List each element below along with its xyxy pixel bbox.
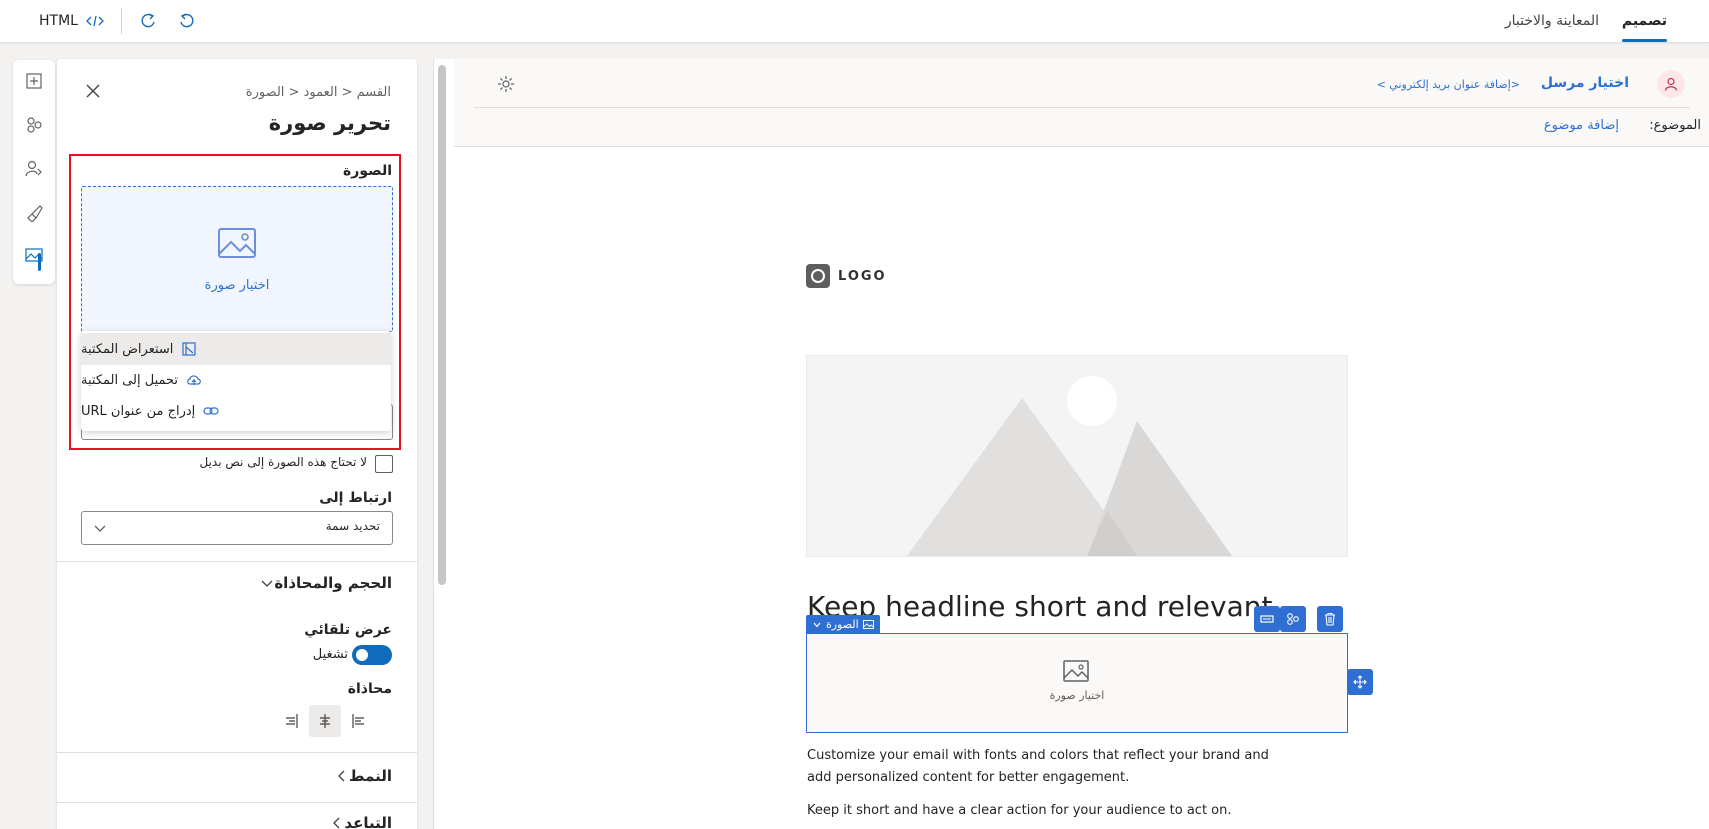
selected-image-block[interactable]: اختيار صورة: [806, 633, 1348, 733]
avatar: [1657, 70, 1685, 98]
person-icon: [1664, 77, 1678, 91]
components-icon: [1287, 613, 1299, 625]
spacing-section[interactable]: التباعد: [330, 814, 392, 829]
move-icon: [1353, 675, 1367, 689]
header-divider: [474, 107, 1690, 108]
menu-item-upload-library[interactable]: تحميل إلى المكتبة: [81, 364, 391, 396]
image-source-menu: استعراض المكتبة تحميل إلى المكتبة إدراج …: [81, 331, 391, 431]
email-header: اختيار مرسل <إضافة عنوان بريد إلكتروني >…: [454, 59, 1709, 147]
select-value: تحديد سمة: [325, 519, 380, 533]
logo-text: LOGO: [838, 268, 887, 284]
menu-item-browse-library[interactable]: استعراض المكتبة: [81, 333, 391, 365]
section-title: التباعد: [344, 814, 392, 829]
add-subject-link[interactable]: إضافة موضوع: [1544, 118, 1619, 133]
html-label: HTML: [39, 13, 78, 29]
align-right-icon: [286, 714, 298, 728]
choose-image-text: اختيار صورة: [1049, 689, 1105, 702]
link-theme-select[interactable]: تحديد سمة: [81, 511, 393, 545]
size-alignment-section[interactable]: الحجم والمحاذاة: [260, 574, 392, 592]
no-alt-text-label: لا تحتاج هذه الصورة إلى نص بديل: [199, 455, 367, 469]
section-divider: [57, 752, 417, 753]
menu-item-insert-url[interactable]: إدراج من عنوان URL: [81, 395, 391, 427]
properties-panel: القسم < العمود < الصورة تحرير صورة الصور…: [57, 59, 417, 829]
link-icon: [203, 407, 219, 415]
logo[interactable]: LOGO: [806, 264, 887, 288]
image-dropzone[interactable]: اختيار صورة: [81, 186, 393, 332]
image-placeholder-icon: [1063, 660, 1089, 682]
logo-mark-icon: [806, 264, 830, 288]
layout-icon: [1260, 615, 1274, 623]
choose-image-link[interactable]: اختيار صورة: [82, 278, 392, 293]
close-icon[interactable]: [83, 81, 103, 101]
body-paragraph[interactable]: Keep it short and have a clear action fo…: [807, 800, 1277, 822]
personalization-icon[interactable]: [24, 159, 44, 179]
no-alt-text-checkbox[interactable]: [375, 455, 393, 473]
choose-sender-link[interactable]: اختيار مرسل: [1541, 75, 1629, 91]
top-bar: تصميم المعاينة والاختبار HTML: [0, 0, 1709, 43]
section-divider: [57, 561, 417, 562]
image-placeholder-icon: [218, 228, 256, 258]
menu-item-label: تحميل إلى المكتبة: [81, 372, 179, 388]
redo-icon[interactable]: [137, 10, 159, 32]
breadcrumb: القسم < العمود < الصورة: [245, 85, 391, 100]
undo-icon[interactable]: [176, 10, 198, 32]
html-toggle[interactable]: HTML: [39, 0, 104, 42]
chevron-down-icon: [94, 525, 106, 532]
move-block-button[interactable]: [1347, 669, 1373, 695]
save-as-component-button[interactable]: [1280, 606, 1306, 632]
body-paragraph[interactable]: Customize your email with fonts and colo…: [807, 745, 1277, 789]
add-email-address-link[interactable]: <إضافة عنوان بريد إلكتروني >: [1377, 78, 1520, 91]
align-right-button[interactable]: [275, 705, 307, 737]
tab-design[interactable]: تصميم: [1621, 0, 1668, 42]
align-left-button[interactable]: [343, 705, 375, 737]
align-center-button[interactable]: [309, 705, 341, 737]
align-left-icon: [352, 714, 364, 728]
chevron-down-icon: [813, 622, 821, 627]
library-icon: [182, 342, 197, 356]
alignment-label: محاذاة: [347, 681, 392, 697]
toolbar-divider: [121, 8, 122, 34]
add-element-icon[interactable]: [24, 71, 44, 91]
menu-item-label: استعراض المكتبة: [81, 341, 174, 357]
menu-item-label: إدراج من عنوان URL: [81, 403, 196, 419]
styles-brush-icon[interactable]: [24, 202, 44, 222]
code-icon: [86, 15, 104, 27]
panel-scrollbar[interactable]: [438, 65, 446, 585]
components-icon[interactable]: [24, 115, 44, 135]
tab-preview-test[interactable]: المعاينة والاختبار: [1505, 0, 1599, 42]
tool-rail: [13, 60, 55, 284]
email-canvas: اختيار مرسل <إضافة عنوان بريد إلكتروني >…: [433, 59, 1709, 829]
section-title: النمط: [348, 767, 392, 785]
link-to-label: ارتباط إلى: [319, 490, 392, 506]
cloud-upload-icon: [187, 375, 201, 385]
auto-width-label: عرض تلقائي: [304, 622, 392, 638]
image-label: الصورة: [343, 163, 392, 179]
mountain-placeholder-icon: [807, 356, 1347, 556]
hero-image[interactable]: [806, 355, 1348, 557]
image-icon: [862, 620, 874, 629]
delete-block-button[interactable]: [1317, 606, 1343, 632]
align-center-icon: [320, 714, 330, 728]
chevron-down-icon: [261, 580, 273, 587]
rail-active-indicator: [38, 253, 41, 271]
section-divider: [57, 802, 417, 803]
trash-icon: [1325, 612, 1335, 626]
panel-title: تحرير صورة: [268, 111, 391, 135]
gear-icon[interactable]: [497, 75, 515, 93]
subject-label: الموضوع:: [1649, 118, 1701, 133]
image-tag-label: الصورة: [826, 618, 859, 631]
chevron-left-icon: [338, 770, 345, 782]
section-title: الحجم والمحاذاة: [274, 574, 392, 592]
block-style-button[interactable]: [1254, 606, 1280, 632]
auto-width-toggle[interactable]: [352, 645, 392, 665]
chevron-left-icon: [333, 817, 340, 829]
toggle-state-label: تشغيل: [312, 647, 348, 662]
image-block-tag[interactable]: الصورة: [806, 615, 880, 634]
style-section[interactable]: النمط: [335, 767, 392, 785]
image-properties-icon[interactable]: [24, 245, 44, 265]
